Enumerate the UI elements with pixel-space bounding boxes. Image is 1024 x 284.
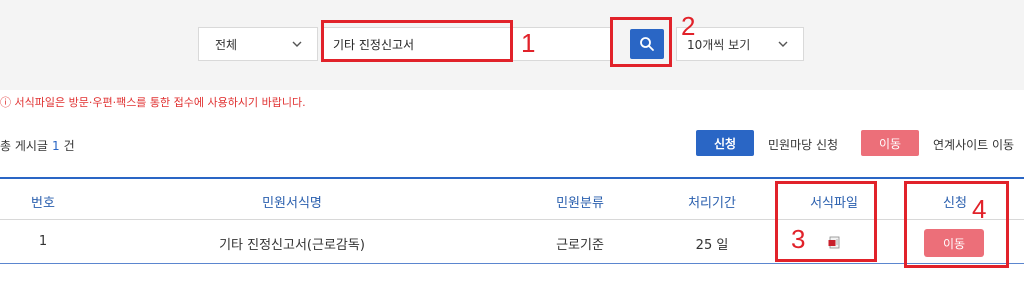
annotation-frame-1: [321, 20, 513, 62]
total-unit: 건: [63, 139, 75, 153]
row-divider: [0, 263, 1024, 264]
row-period: 25 일: [695, 238, 729, 253]
table-top-border: [0, 177, 1024, 179]
per-page-select-value: 10개씩 보기: [687, 37, 751, 52]
annotation-number-3: 3: [791, 224, 806, 254]
notice-icon: ⓘ: [0, 96, 15, 109]
total-count: 총 게시글 1 건: [0, 137, 75, 154]
apply-legend-badge: 신청: [696, 130, 754, 156]
annotation-number-2: 2: [681, 11, 696, 41]
apply-legend-text: 민원마당 신청: [768, 138, 839, 152]
notice-message: 서식파일은 방문·우편·팩스를 통한 접수에 사용하시기 바랍니다.: [14, 96, 306, 109]
row-form-name[interactable]: 기타 진정신고서(근로감독): [219, 234, 365, 253]
notice-text: ⓘ 서식파일은 방문·우편·팩스를 통한 접수에 사용하시기 바랍니다.: [0, 94, 306, 110]
annotation-number-4: 4: [972, 194, 987, 224]
column-header-period: 처리기간: [688, 196, 736, 211]
total-number: 1: [51, 139, 60, 153]
row-number: 1: [38, 234, 48, 249]
annotation-number-1: 1: [521, 28, 536, 58]
annotation-frame-2: [610, 17, 672, 67]
move-legend-badge: 이동: [861, 130, 919, 156]
column-header-form-name: 민원서식명: [262, 196, 322, 211]
row-category: 근로기준: [556, 238, 604, 253]
chevron-down-icon: [778, 41, 788, 47]
category-select-value: 전체: [215, 37, 238, 52]
annotation-frame-4: [904, 181, 1009, 268]
total-label: 총 게시글: [0, 139, 48, 153]
chevron-down-icon: [292, 41, 302, 47]
column-header-category: 민원분류: [556, 196, 604, 211]
move-legend-text: 연계사이트 이동: [933, 138, 1015, 152]
category-select[interactable]: 전체: [198, 27, 318, 61]
column-header-number: 번호: [31, 196, 55, 211]
